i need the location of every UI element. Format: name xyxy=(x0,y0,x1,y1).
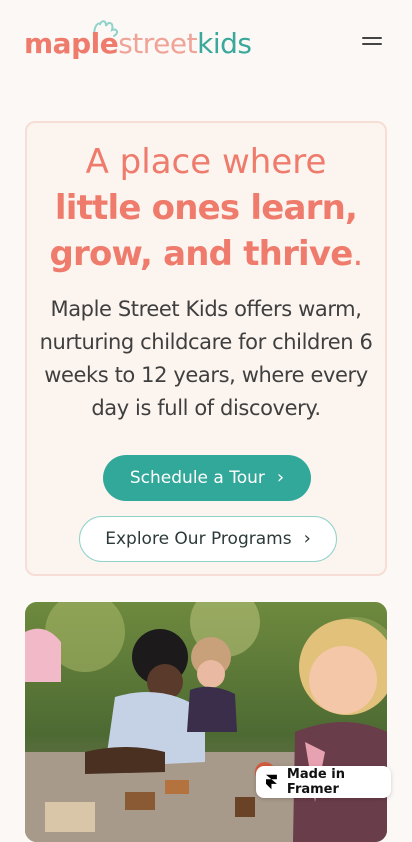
hamburger-menu-icon[interactable] xyxy=(360,33,384,53)
site-header: maplestreetkids xyxy=(0,0,412,90)
logo-word-kids: kids xyxy=(197,27,252,60)
hero-heading-line3: grow, and thrive. xyxy=(27,231,385,277)
schedule-tour-button[interactable]: Schedule a Tour › xyxy=(103,455,311,501)
hero-heading-line2: little ones learn, xyxy=(54,188,358,228)
logo-word-maple: maple xyxy=(24,27,119,60)
hero-heading-line3-text: grow, and thrive xyxy=(49,234,353,274)
hero-heading-period: . xyxy=(352,234,364,274)
explore-programs-label: Explore Our Programs xyxy=(105,529,292,549)
hero-description: Maple Street Kids offers warm, nurturing… xyxy=(39,297,373,420)
framer-logo-icon xyxy=(266,774,277,790)
logo-word-street: street xyxy=(118,27,198,60)
hero-photo xyxy=(25,602,387,842)
explore-programs-button[interactable]: Explore Our Programs › xyxy=(79,516,337,562)
schedule-tour-label: Schedule a Tour xyxy=(129,468,265,488)
hero-card: A place where little ones learn, grow, a… xyxy=(25,121,387,576)
chevron-right-icon: › xyxy=(303,528,311,549)
made-in-framer-badge[interactable]: Made in Framer xyxy=(256,766,391,798)
chevron-right-icon: › xyxy=(276,467,285,488)
site-logo[interactable]: maplestreetkids xyxy=(24,26,252,62)
hero-heading-line1: A place where xyxy=(85,142,327,182)
made-in-framer-label: Made in Framer xyxy=(286,767,345,797)
